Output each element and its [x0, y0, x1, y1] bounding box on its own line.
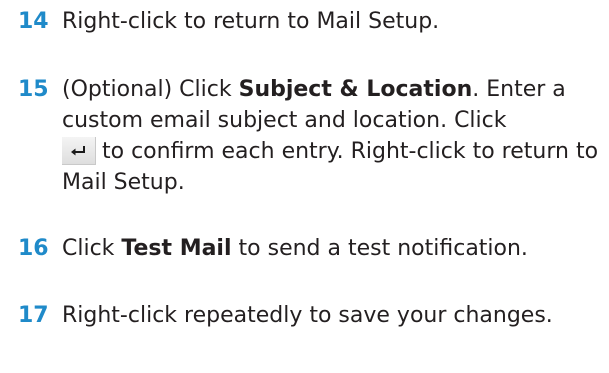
- step-number: 16: [18, 236, 49, 261]
- step-number: 17: [18, 303, 49, 328]
- step-14: 14 Right-click to return to Mail Setup.: [18, 6, 439, 37]
- step-number: 15: [18, 77, 49, 102]
- enter-return-icon: [62, 136, 96, 165]
- step-text: Right-click repeatedly to save your chan…: [62, 303, 553, 328]
- step-text-suffix: to send a test notification.: [231, 236, 528, 261]
- step-number: 14: [18, 9, 49, 34]
- step-text-prefix: Click: [62, 236, 122, 261]
- step-16: 16 Click Test Mail to send a test notifi…: [18, 233, 528, 264]
- step-text-suffix: to confirm each entry. Right-click to re…: [62, 139, 599, 195]
- step-text-prefix: (Optional) Click: [62, 77, 239, 102]
- test-mail-label: Test Mail: [121, 236, 232, 261]
- subject-location-label: Subject & Location: [238, 77, 473, 102]
- step-text: Right-click to return to Mail Setup.: [62, 9, 440, 34]
- step-15: 15 (Optional) Click Subject & Location. …: [18, 74, 609, 198]
- step-17: 17 Right-click repeatedly to save your c…: [18, 300, 607, 331]
